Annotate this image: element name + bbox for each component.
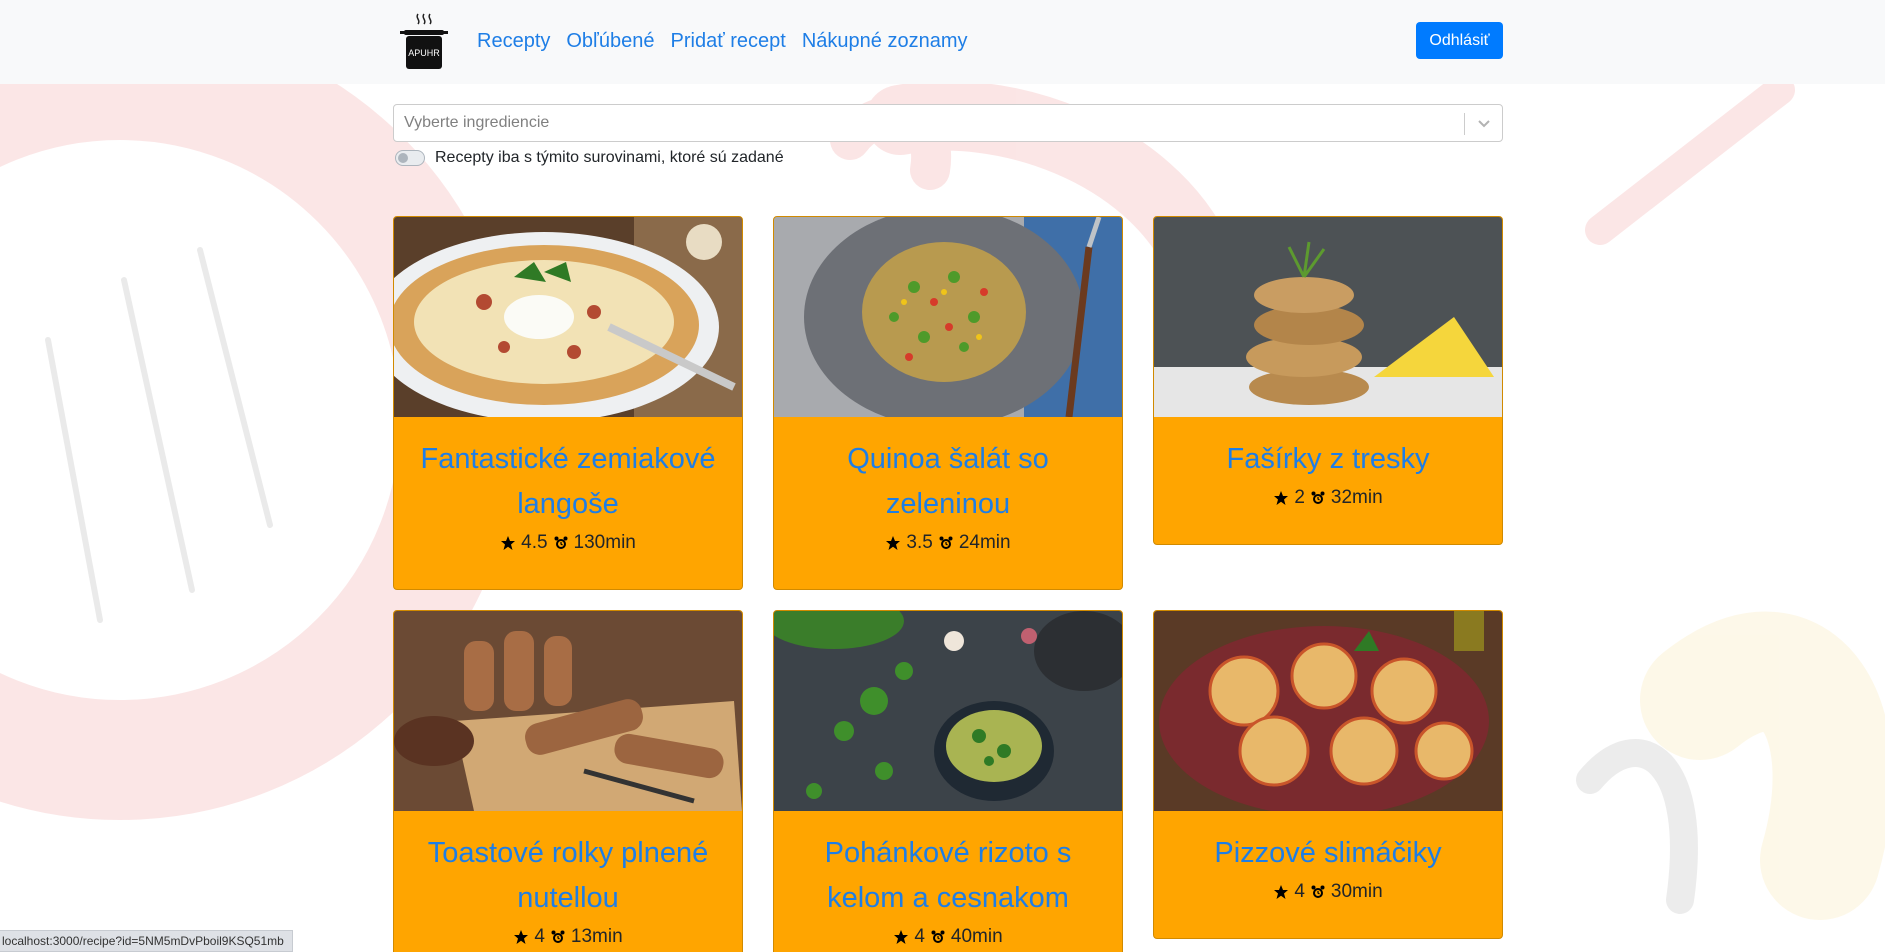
recipe-rating: 4	[914, 926, 925, 947]
recipe-rating: 4	[1294, 881, 1305, 902]
recipe-time: 130min	[573, 532, 636, 553]
alarm-clock-icon	[1311, 885, 1325, 898]
recipe-title[interactable]: Fantastické zemiakové langoše	[394, 417, 742, 527]
main-content: Vyberte ingrediencie Recepty iba s týmit…	[393, 104, 1503, 952]
recipe-card[interactable]: Pizzové slimáčiky 4 30min	[1153, 610, 1503, 939]
star-icon	[1274, 491, 1289, 505]
recipe-card[interactable]: Fantastické zemiakové langoše 4.5 130min	[393, 216, 743, 590]
recipe-meta: 4 30min	[1154, 876, 1502, 918]
nav-link-recepty[interactable]: Recepty	[477, 30, 550, 53]
alarm-clock-icon	[1311, 491, 1325, 504]
recipe-time: 30min	[1330, 881, 1383, 902]
star-icon	[886, 536, 901, 550]
alarm-clock-icon	[554, 536, 568, 549]
recipe-rating: 2	[1294, 487, 1305, 508]
recipe-rating: 4.5	[521, 532, 548, 553]
star-icon	[501, 536, 516, 550]
toggle-knob	[398, 153, 408, 163]
buckwheat-risotto-photo	[774, 611, 1122, 811]
logo-pot-icon[interactable]: APUHR	[400, 12, 448, 72]
langos-photo	[394, 217, 742, 417]
select-separator	[1464, 113, 1465, 135]
star-icon	[514, 930, 529, 944]
cod-patties-photo	[1154, 217, 1502, 417]
logout-button[interactable]: Odhlásiť	[1416, 22, 1503, 59]
only-ingredients-toggle[interactable]	[395, 150, 425, 166]
nav-link-pridat-recept[interactable]: Pridať recept	[671, 30, 786, 53]
nav-link-oblubene[interactable]: Obľúbené	[566, 30, 654, 53]
recipe-time: 40min	[950, 926, 1003, 947]
recipe-meta: 3.5 24min	[774, 527, 1122, 569]
only-ingredients-toggle-row: Recepty iba s týmito surovinami, ktoré s…	[393, 147, 1503, 169]
recipe-card[interactable]: Toastové rolky plnené nutellou 4 13min	[393, 610, 743, 952]
recipe-title[interactable]: Fašírky z tresky	[1154, 417, 1502, 482]
recipe-card[interactable]: Pohánkové rizoto s kelom a cesnakom 4 40…	[773, 610, 1123, 952]
recipe-meta: 2 32min	[1154, 482, 1502, 524]
navbar: APUHR Recepty Obľúbené Pridať recept Nák…	[0, 0, 1885, 84]
toast-rolls-photo	[394, 611, 742, 811]
recipe-title[interactable]: Pizzové slimáčiky	[1154, 811, 1502, 876]
recipe-meta: 4.5 130min	[394, 527, 742, 569]
logo-text: APUHR	[408, 48, 440, 58]
recipe-title[interactable]: Quinoa šalát so zeleninou	[774, 417, 1122, 527]
recipe-rating: 4	[534, 926, 545, 947]
alarm-clock-icon	[551, 930, 565, 943]
alarm-clock-icon	[931, 930, 945, 943]
quinoa-salad-photo	[774, 217, 1122, 417]
star-icon	[1274, 885, 1289, 899]
pizza-snails-photo	[1154, 611, 1502, 811]
ingredient-select[interactable]: Vyberte ingrediencie	[393, 104, 1503, 142]
recipe-title[interactable]: Pohánkové rizoto s kelom a cesnakom	[774, 811, 1122, 921]
ingredient-select-placeholder: Vyberte ingrediencie	[404, 114, 550, 131]
recipe-time: 24min	[958, 532, 1011, 553]
nav-link-nakupne-zoznamy[interactable]: Nákupné zoznamy	[802, 30, 968, 53]
recipe-meta: 4 13min	[394, 921, 742, 952]
only-ingredients-label[interactable]: Recepty iba s týmito surovinami, ktoré s…	[435, 149, 784, 167]
recipe-title[interactable]: Toastové rolky plnené nutellou	[394, 811, 742, 921]
recipe-time: 13min	[570, 926, 623, 947]
recipe-time: 32min	[1330, 487, 1383, 508]
recipe-card[interactable]: Quinoa šalát so zeleninou 3.5 24min	[773, 216, 1123, 590]
star-icon	[894, 930, 909, 944]
recipe-meta: 4 40min	[774, 921, 1122, 952]
chevron-down-icon[interactable]	[1474, 113, 1494, 133]
browser-status-url: localhost:3000/recipe?id=5NM5mDvPboil9KS…	[0, 930, 293, 952]
recipe-card[interactable]: Fašírky z tresky 2 32min	[1153, 216, 1503, 545]
alarm-clock-icon	[939, 536, 953, 549]
recipe-rating: 3.5	[906, 532, 933, 553]
nav-links: Recepty Obľúbené Pridať recept Nákupné z…	[477, 30, 968, 53]
